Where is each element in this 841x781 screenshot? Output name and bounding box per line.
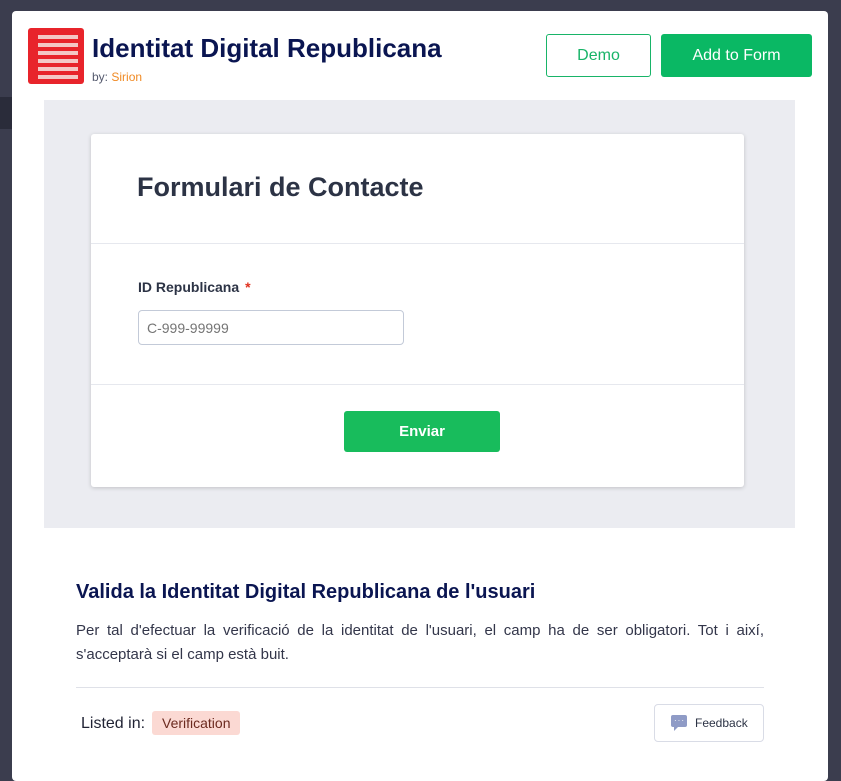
field-label: ID Republicana * (138, 279, 251, 295)
feedback-label: Feedback (695, 716, 748, 730)
app-logo-icon (28, 28, 84, 84)
description-text: Per tal d'efectuar la verificació de la … (76, 622, 764, 663)
by-label: by: (92, 70, 109, 84)
category-tag[interactable]: Verification (152, 711, 241, 735)
demo-button[interactable]: Demo (546, 34, 651, 77)
field-label-text: ID Republicana (138, 279, 240, 295)
listed-in-label: Listed in: (81, 715, 146, 732)
description-divider (76, 687, 764, 688)
form-preview-area: Formulari de Contacte ID Republicana * En… (44, 100, 795, 528)
author-link[interactable]: Sirion (111, 70, 142, 84)
chat-bubble-icon: ··· (671, 715, 687, 731)
add-to-form-button[interactable]: Add to Form (661, 34, 812, 77)
app-byline: by: Sirion (92, 70, 142, 84)
app-title: Identitat Digital Republicana (92, 33, 442, 63)
submit-button[interactable]: Enviar (344, 411, 500, 452)
required-mark: * (245, 279, 251, 295)
form-title: Formulari de Contacte (137, 172, 424, 202)
form-divider (91, 243, 744, 244)
modal-header: Identitat Digital Republicana by: Sirion… (12, 11, 828, 99)
republican-id-input[interactable] (138, 310, 404, 345)
backdrop-panel (0, 97, 12, 129)
app-detail-modal: Identitat Digital Republicana by: Sirion… (12, 11, 828, 781)
form-preview-card: Formulari de Contacte ID Republicana * En… (91, 134, 744, 487)
description-title: Valida la Identitat Digital Republicana … (76, 581, 536, 603)
feedback-button[interactable]: ··· Feedback (654, 704, 764, 742)
form-divider (91, 384, 744, 385)
